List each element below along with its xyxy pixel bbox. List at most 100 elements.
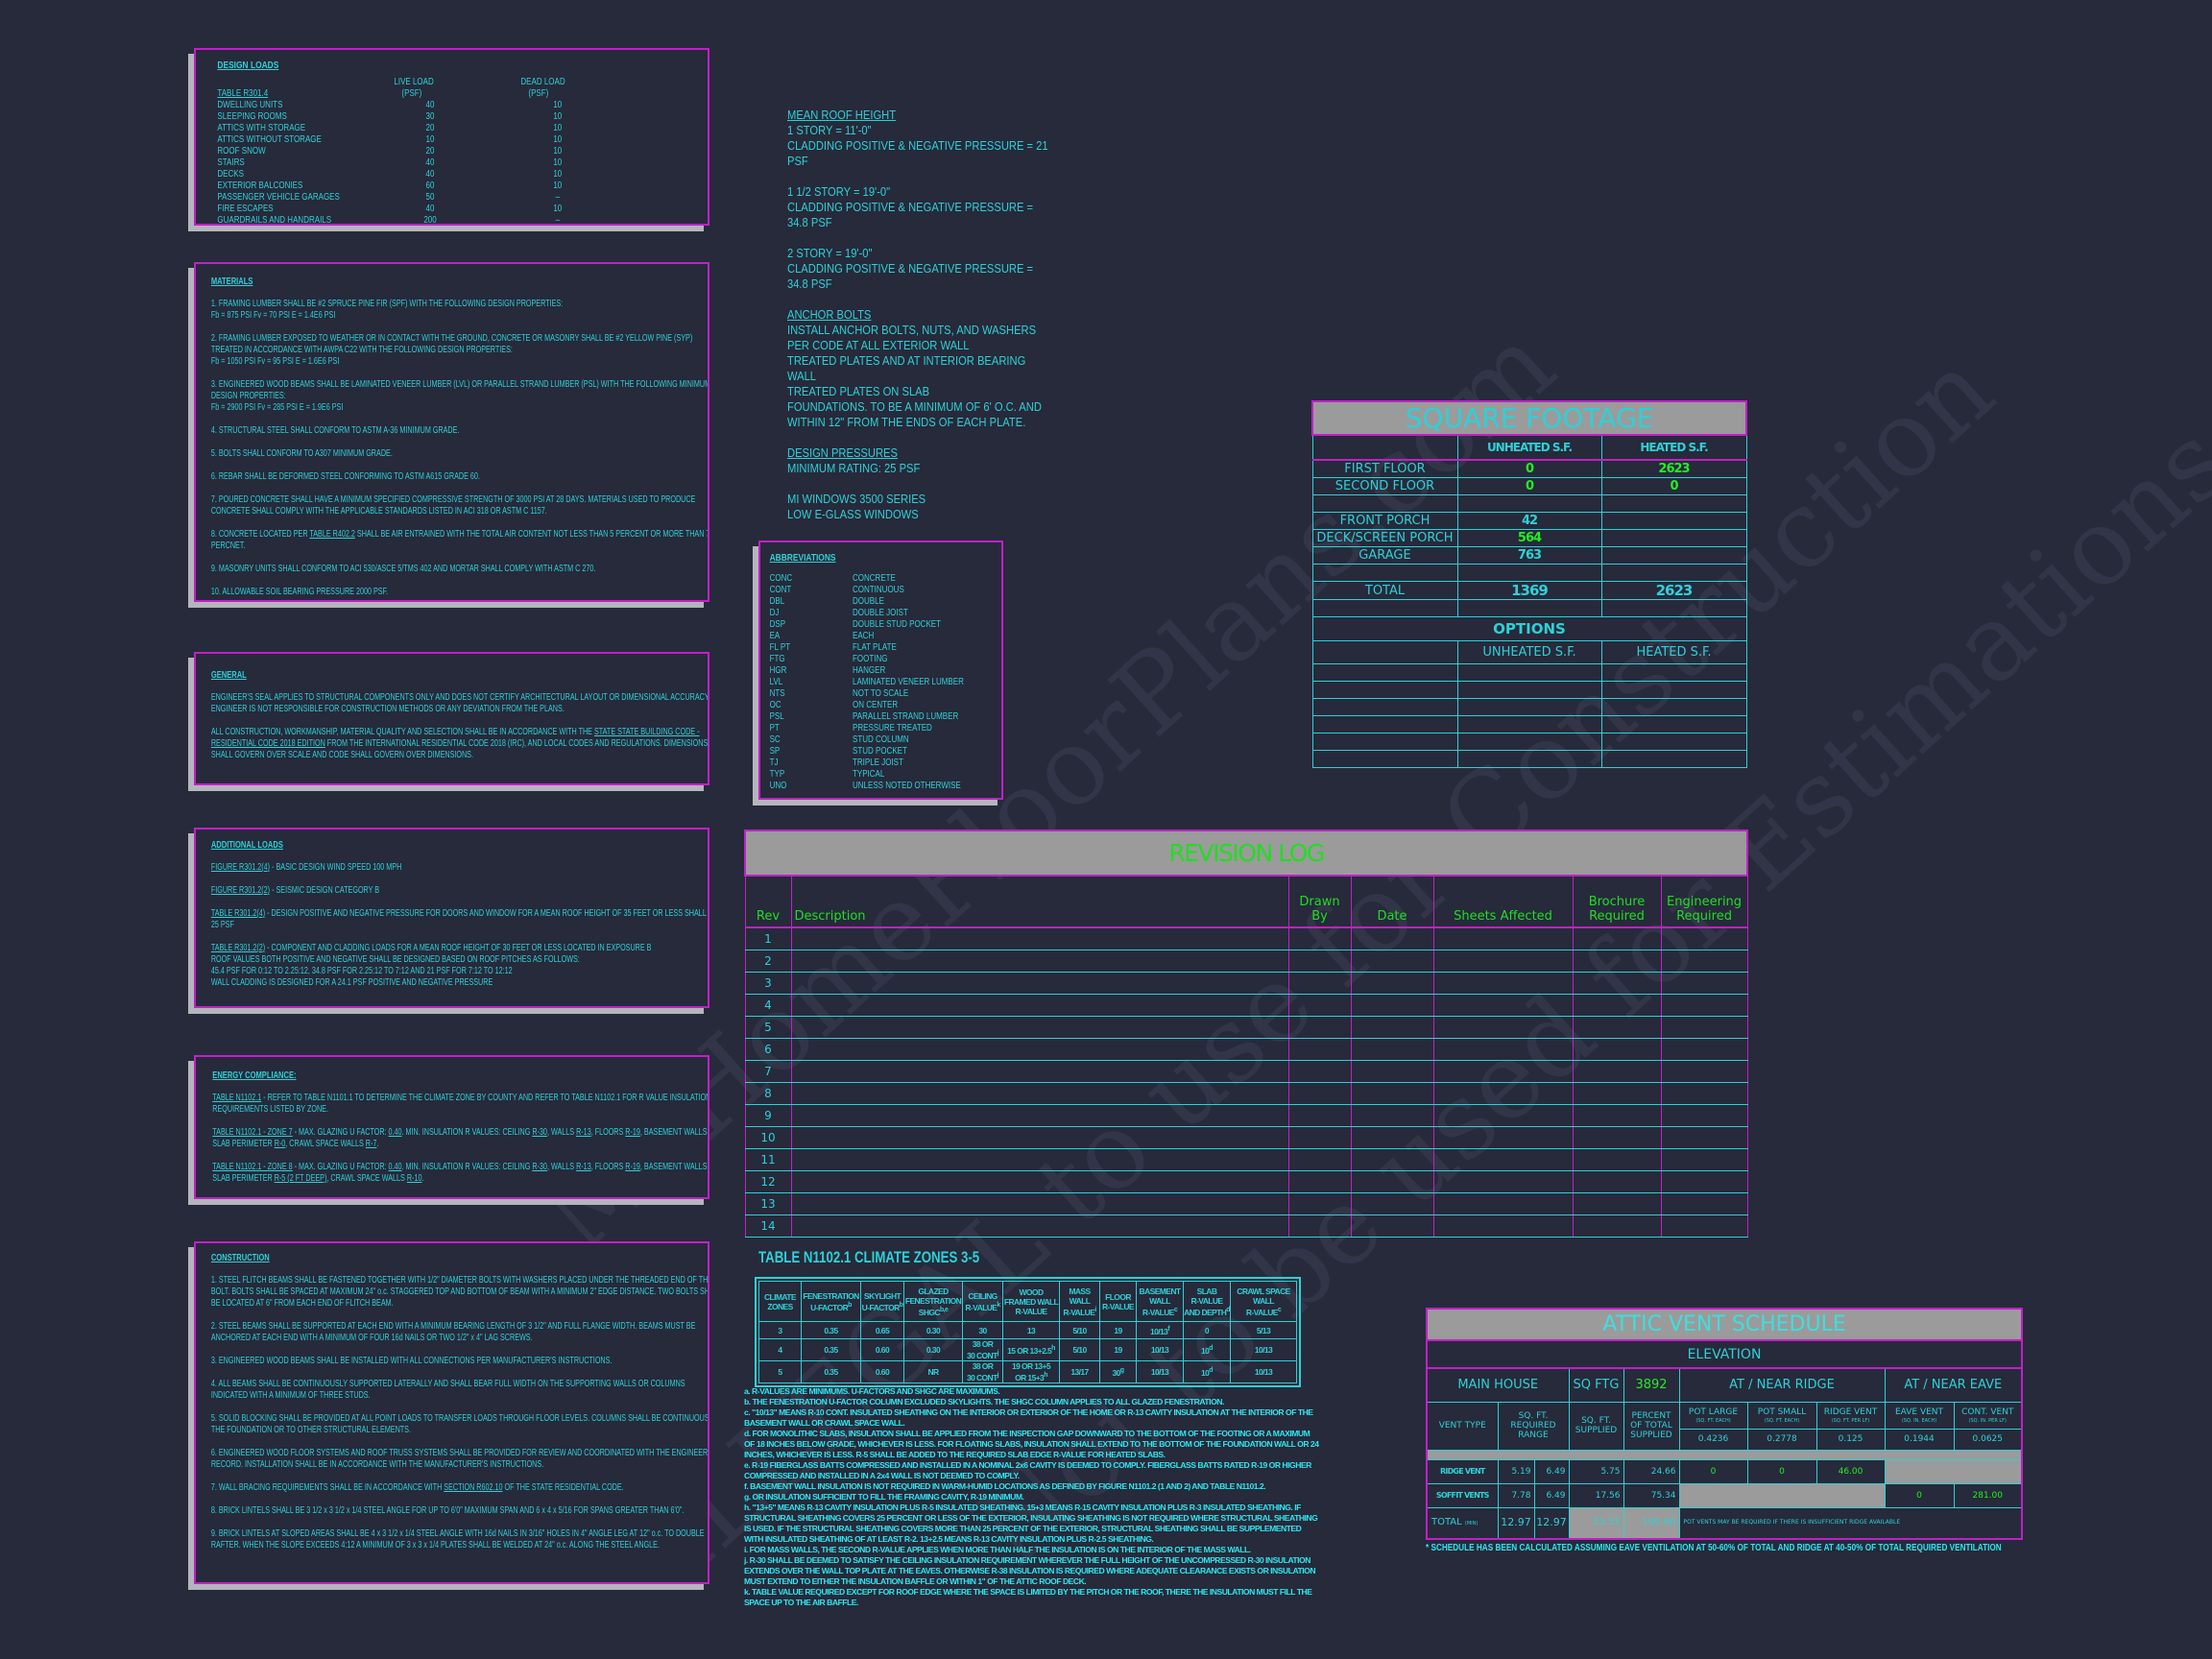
revision-row: 4: [744, 994, 1748, 1017]
revision-cell[interactable]: [790, 1148, 1289, 1171]
revision-cell[interactable]: [1287, 1148, 1352, 1171]
revision-cell[interactable]: [1432, 1214, 1574, 1238]
revision-cell[interactable]: [1432, 926, 1574, 950]
design-load-row: ATTICS WITHOUT STORAGE 10 10: [217, 134, 708, 146]
revision-cell[interactable]: [1287, 972, 1352, 995]
revision-cell[interactable]: [1287, 1104, 1352, 1127]
revision-cell[interactable]: [1572, 1214, 1662, 1238]
revision-cell[interactable]: [1660, 1104, 1748, 1127]
revision-cell[interactable]: [790, 1082, 1289, 1105]
revision-cell[interactable]: [1660, 1060, 1748, 1083]
climate-cell: 10/13: [1230, 1338, 1297, 1361]
revision-cell[interactable]: [1287, 1038, 1352, 1061]
revision-cell[interactable]: [1572, 1104, 1662, 1127]
climate-cell: 0.60: [860, 1359, 904, 1383]
revision-cell[interactable]: [790, 994, 1289, 1017]
revision-cell[interactable]: [790, 1060, 1289, 1083]
revision-cell[interactable]: [1287, 1060, 1352, 1083]
revision-cell[interactable]: [790, 1038, 1289, 1061]
revision-cell[interactable]: [1660, 994, 1748, 1017]
revision-cell[interactable]: [790, 926, 1289, 950]
revision-cell[interactable]: [1287, 950, 1352, 973]
soffit-vents-row-label: SOFFIT VENTS: [1426, 1482, 1499, 1508]
revision-cell[interactable]: [1432, 1082, 1574, 1105]
revision-cell[interactable]: [790, 950, 1289, 973]
revision-cell[interactable]: [790, 1214, 1289, 1238]
revision-cell[interactable]: [1432, 1170, 1574, 1193]
revision-cell[interactable]: [1432, 1104, 1574, 1127]
revision-cell[interactable]: [1432, 950, 1574, 973]
code-reference: R-7: [365, 1139, 377, 1149]
revision-cell[interactable]: [1350, 1016, 1434, 1039]
revision-cell[interactable]: [790, 1126, 1289, 1149]
revision-cell[interactable]: [1660, 950, 1748, 973]
revision-cell[interactable]: [1660, 926, 1748, 950]
revision-cell[interactable]: [1660, 1038, 1748, 1061]
revision-cell[interactable]: [1432, 994, 1574, 1017]
options-row: [1311, 733, 1747, 751]
revision-cell[interactable]: [1660, 1126, 1748, 1149]
revision-cell[interactable]: [1432, 1060, 1574, 1083]
revision-cell[interactable]: [1572, 1192, 1662, 1215]
revision-cell[interactable]: [1350, 1192, 1434, 1215]
revision-cell[interactable]: [1660, 972, 1748, 995]
revision-cell[interactable]: [1350, 1126, 1434, 1149]
revision-cell[interactable]: [790, 972, 1289, 995]
revision-cell[interactable]: [1350, 1038, 1434, 1061]
revision-cell[interactable]: [1572, 1016, 1662, 1039]
revision-cell[interactable]: [1350, 1170, 1434, 1193]
revision-cell[interactable]: [1572, 926, 1662, 950]
note-paragraph: 8. CONCRETE LOCATED PER TABLE R402.2 SHA…: [210, 529, 709, 551]
revision-cell[interactable]: [1350, 950, 1434, 973]
revision-cell[interactable]: [1287, 1082, 1352, 1105]
revision-cell[interactable]: [1572, 972, 1662, 995]
revision-cell[interactable]: [1350, 1104, 1434, 1127]
revision-cell[interactable]: [1572, 1148, 1662, 1171]
revision-cell[interactable]: [1572, 950, 1662, 973]
revision-cell[interactable]: [1350, 926, 1434, 950]
revision-cell[interactable]: [1287, 1126, 1352, 1149]
revision-cell[interactable]: [1287, 926, 1352, 950]
climate-note: f. BASEMENT WALL INSULATION IS NOT REQUI…: [744, 1481, 1266, 1491]
heated-value: [1600, 529, 1747, 547]
revision-cell[interactable]: [1432, 1016, 1574, 1039]
revision-cell[interactable]: [1432, 1126, 1574, 1149]
revision-cell[interactable]: [1660, 1148, 1748, 1171]
revision-cell[interactable]: [1660, 1016, 1748, 1039]
revision-cell[interactable]: [1572, 1170, 1662, 1193]
climate-cell: 30g: [1099, 1359, 1137, 1383]
revision-cell[interactable]: [1287, 1170, 1352, 1193]
revision-cell[interactable]: [1660, 1192, 1748, 1215]
revision-cell[interactable]: [1350, 1214, 1434, 1238]
revision-cell[interactable]: [1287, 994, 1352, 1017]
revision-cell[interactable]: [1432, 972, 1574, 995]
revision-cell[interactable]: [790, 1192, 1289, 1215]
revision-cell[interactable]: [1350, 1082, 1434, 1105]
roof-note-text: 1 1/2 STORY = 19'-0" CLADDING POSITIVE &…: [787, 184, 1034, 229]
revision-cell[interactable]: [1660, 1170, 1748, 1193]
revision-cell[interactable]: [1350, 1060, 1434, 1083]
revision-cell[interactable]: [1287, 1016, 1352, 1039]
revision-cell[interactable]: [1287, 1214, 1352, 1238]
revision-cell[interactable]: [1350, 994, 1434, 1017]
revision-cell[interactable]: [1432, 1038, 1574, 1061]
footnote-marker: b,e: [939, 1306, 949, 1313]
revision-cell[interactable]: [1572, 1082, 1662, 1105]
revision-cell[interactable]: [1432, 1192, 1574, 1215]
revision-cell[interactable]: [1572, 1060, 1662, 1083]
design-load-row: DWELLING UNITS 40 10: [217, 100, 708, 111]
revision-cell[interactable]: [790, 1016, 1289, 1039]
revision-cell[interactable]: [790, 1104, 1289, 1127]
options-cell: [1456, 698, 1602, 716]
revision-cell[interactable]: [1350, 1148, 1434, 1171]
revision-cell[interactable]: [1350, 972, 1434, 995]
revision-cell[interactable]: [1660, 1214, 1748, 1238]
revision-cell[interactable]: [1572, 1126, 1662, 1149]
abbreviations-list: CONC CONCRETE CONT CONTINUOUS DBL DOUBLE DJ DOU…: [770, 573, 1011, 792]
revision-cell[interactable]: [1432, 1148, 1574, 1171]
revision-cell[interactable]: [790, 1170, 1289, 1193]
revision-cell[interactable]: [1660, 1082, 1748, 1105]
revision-cell[interactable]: [1572, 994, 1662, 1017]
revision-cell[interactable]: [1572, 1038, 1662, 1061]
revision-cell[interactable]: [1287, 1192, 1352, 1215]
